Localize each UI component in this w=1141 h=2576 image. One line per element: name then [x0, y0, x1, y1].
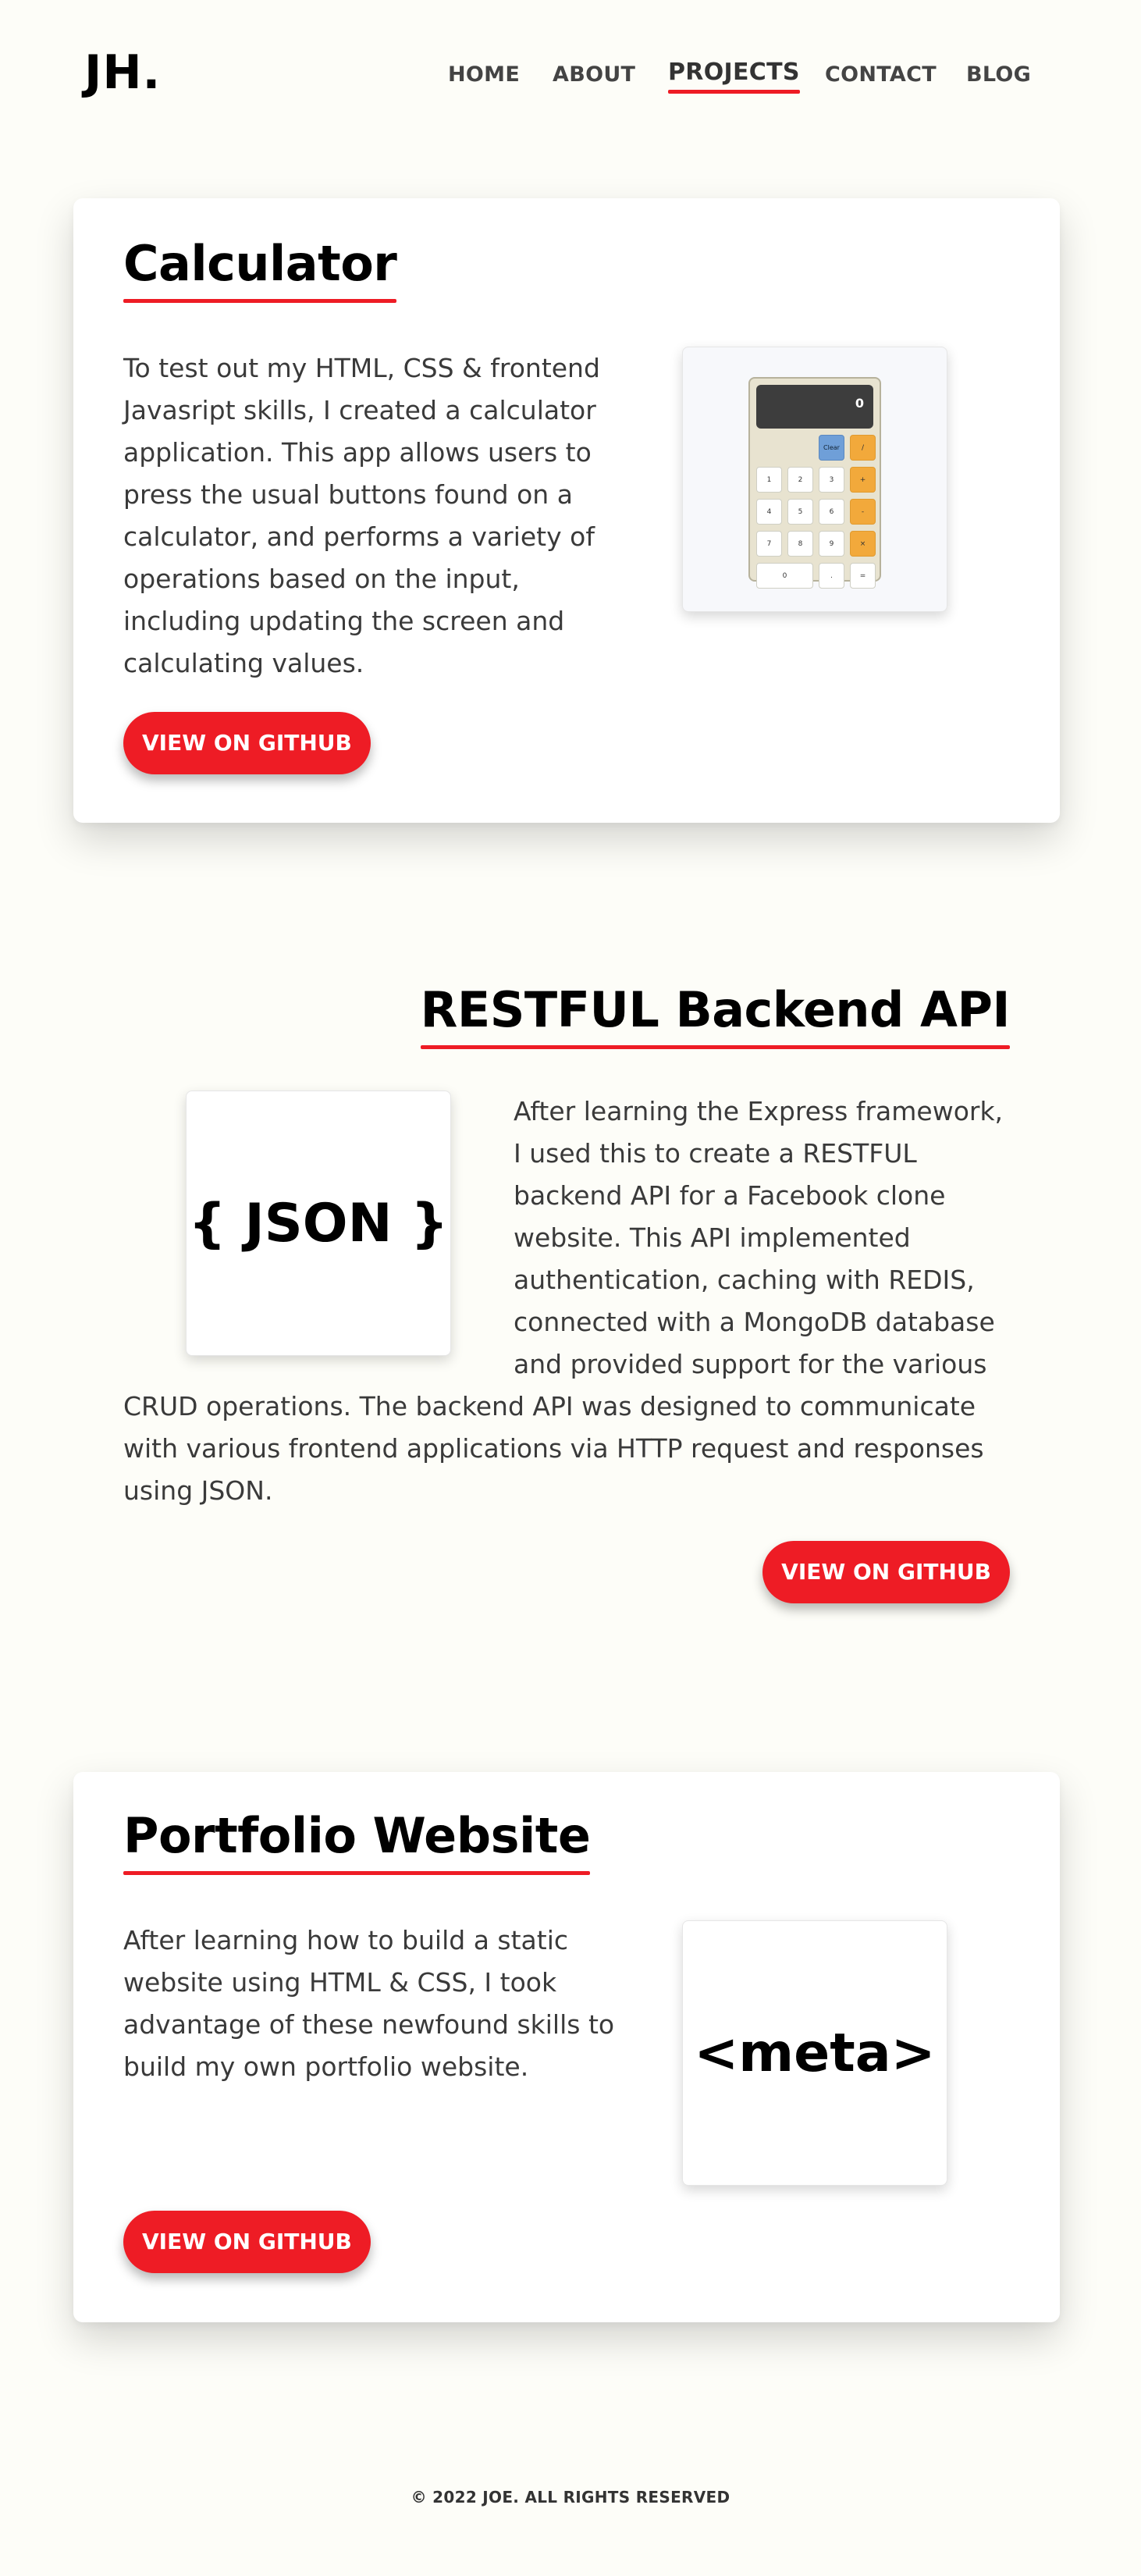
project-section-restful-api: RESTFUL Backend API { JSON } After learn…	[73, 937, 1060, 1639]
calc-key: 3	[819, 467, 844, 493]
calculator-preview: 0 Clear / 1 2 3 + 4 5 6 - 7 8 9 × 0 . =	[748, 377, 881, 589]
calc-key-spacer	[756, 435, 782, 461]
calc-key-decimal: .	[819, 563, 844, 589]
calc-key-spacer	[787, 435, 813, 461]
calc-key-equals: =	[850, 563, 876, 589]
site-header: JH. HOME ABOUT PROJECTS CONTACT BLOG	[0, 0, 1141, 148]
view-on-github-button[interactable]: VIEW ON GITHUB	[123, 712, 371, 774]
view-on-github-button[interactable]: VIEW ON GITHUB	[123, 2211, 371, 2273]
project-title: Portfolio Website	[123, 1807, 591, 1876]
calc-key-clear: Clear	[819, 435, 844, 461]
calculator-thumbnail[interactable]: 0 Clear / 1 2 3 + 4 5 6 - 7 8 9 × 0 . =	[682, 347, 947, 612]
calc-key: 5	[787, 499, 813, 525]
calc-key-add: +	[850, 467, 876, 493]
nav-link-blog[interactable]: BLOG	[966, 62, 1031, 87]
main-nav: HOME ABOUT PROJECTS CONTACT BLOG	[0, 59, 1141, 94]
project-description: To test out my HTML, CSS & frontend Java…	[123, 353, 600, 678]
project-title-text: RESTFUL Backend API	[420, 981, 1011, 1038]
calc-key: 7	[756, 531, 782, 557]
calc-key-multiply: ×	[850, 531, 876, 557]
nav-link-contact[interactable]: CONTACT	[825, 62, 937, 87]
title-underline	[420, 1045, 1010, 1050]
project-title: RESTFUL Backend API	[420, 981, 1011, 1050]
project-description: After learning how to build a static web…	[123, 1925, 615, 2082]
view-on-github-button[interactable]: VIEW ON GITHUB	[762, 1541, 1010, 1603]
json-thumbnail-text: { JSON }	[188, 1192, 449, 1254]
nav-link-about[interactable]: ABOUT	[553, 62, 635, 87]
project-body: { JSON } After learning the Express fram…	[123, 1091, 1010, 1512]
project-card-portfolio: Portfolio Website After learning how to …	[73, 1772, 1060, 2322]
project-card-calculator: Calculator To test out my HTML, CSS & fr…	[73, 198, 1060, 823]
calc-key: 2	[787, 467, 813, 493]
project-title: Calculator	[123, 235, 397, 304]
meta-thumbnail[interactable]: <meta>	[682, 1920, 947, 2186]
calc-key: 9	[819, 531, 844, 557]
calc-key: 8	[787, 531, 813, 557]
site-footer: © 2022 JOE. ALL RIGHTS RESERVED	[411, 2488, 730, 2507]
calc-key: 6	[819, 499, 844, 525]
title-underline	[123, 299, 397, 304]
calc-key: 1	[756, 467, 782, 493]
title-underline	[123, 1871, 591, 1876]
calc-key-subtract: -	[850, 499, 876, 525]
calculator-screen: 0	[756, 385, 873, 429]
nav-link-home[interactable]: HOME	[448, 62, 520, 87]
json-thumbnail[interactable]: { JSON }	[186, 1091, 451, 1356]
project-title-text: Calculator	[123, 235, 397, 292]
calc-key-divide: /	[850, 435, 876, 461]
calculator-keypad: Clear / 1 2 3 + 4 5 6 - 7 8 9 × 0 . =	[756, 435, 876, 589]
calc-key-zero: 0	[756, 563, 813, 589]
calc-key: 4	[756, 499, 782, 525]
nav-link-projects[interactable]: PROJECTS	[668, 59, 800, 94]
meta-thumbnail-text: <meta>	[694, 2022, 936, 2084]
project-title-text: Portfolio Website	[123, 1807, 591, 1864]
